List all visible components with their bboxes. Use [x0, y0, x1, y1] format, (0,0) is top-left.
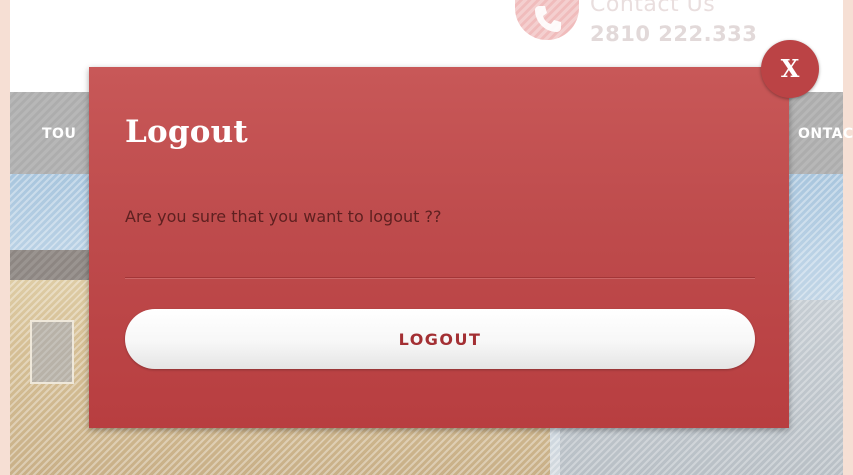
- contact-phone: 2810 222.333: [590, 22, 758, 46]
- contact-title: Contact Us: [590, 0, 716, 17]
- nav-item-tours[interactable]: TOU: [42, 126, 76, 142]
- close-button[interactable]: X: [761, 40, 819, 98]
- hero-building-window: [30, 320, 74, 384]
- nav-item-contact[interactable]: ONTAC: [798, 126, 853, 142]
- modal-message: Are you sure that you want to logout ??: [125, 207, 442, 226]
- logout-button[interactable]: LOGOUT: [125, 309, 755, 369]
- modal-divider: [125, 277, 755, 279]
- page-left-border: [0, 0, 10, 475]
- page-right-border: [843, 0, 853, 475]
- logout-modal: Logout Are you sure that you want to log…: [89, 67, 789, 428]
- close-icon: X: [780, 54, 800, 83]
- modal-title: Logout: [125, 114, 248, 150]
- logout-button-label: LOGOUT: [398, 329, 482, 349]
